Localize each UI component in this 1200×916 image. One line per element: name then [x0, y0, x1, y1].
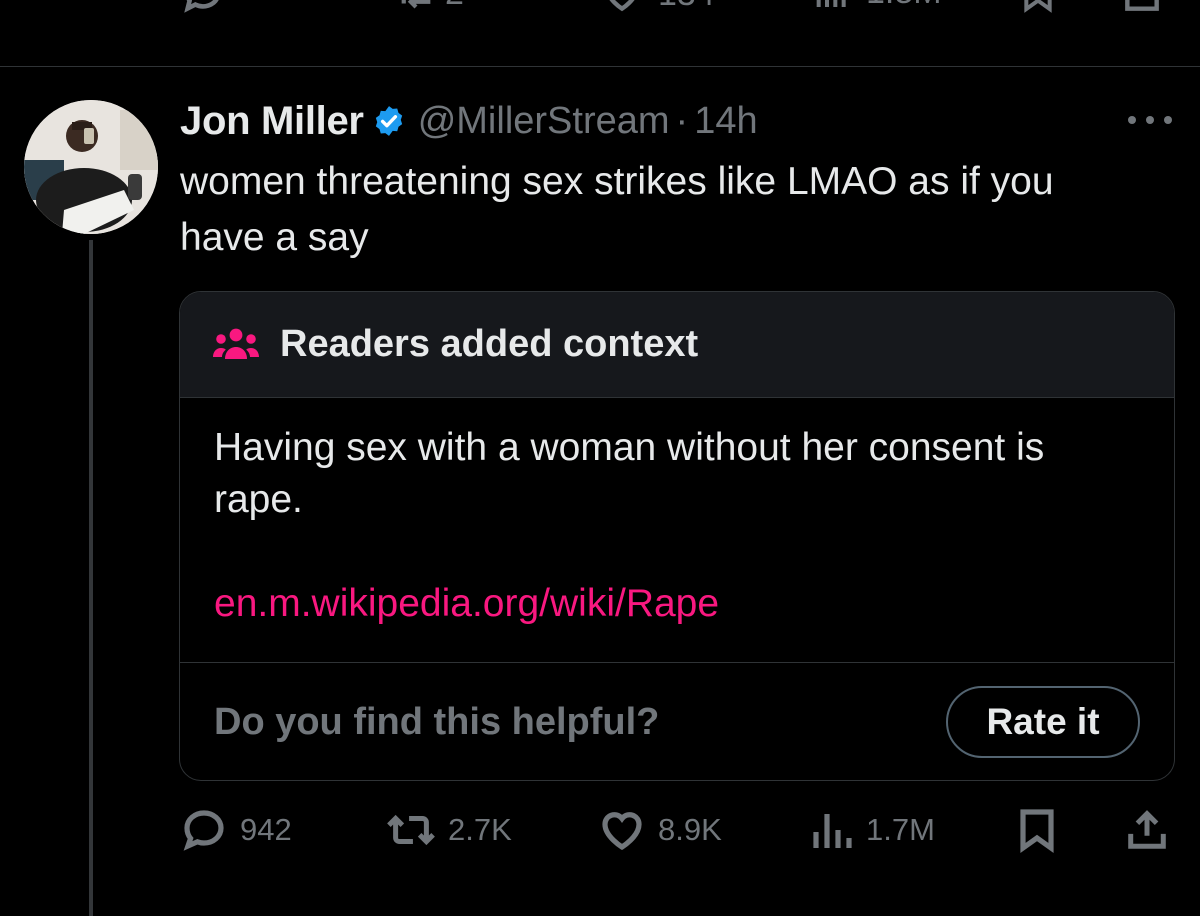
heart-icon: [602, 812, 642, 851]
author-handle[interactable]: @MillerStream: [418, 100, 670, 143]
author-name[interactable]: Jon Miller: [180, 99, 364, 144]
tweet-actions: 942 2.7K 8.9K 1.7M: [180, 806, 1170, 854]
rate-it-button[interactable]: Rate it: [946, 686, 1140, 758]
retweet-button[interactable]: 2: [395, 0, 464, 14]
reply-button[interactable]: [180, 0, 226, 18]
previous-tweet-actions: 2 134 1.8M: [0, 0, 1200, 22]
avatar-photo: [24, 100, 158, 234]
community-note-link[interactable]: en.m.wikipedia.org/wiki/Rape: [214, 582, 1140, 626]
verified-badge-icon: [375, 106, 402, 136]
reply-icon: [183, 810, 224, 851]
reply-button[interactable]: 942: [180, 806, 292, 854]
tweet-text: women threatening sex strikes like LMAO …: [180, 160, 1054, 259]
share-button[interactable]: [1120, 0, 1164, 16]
helpful-question: Do you find this helpful?: [214, 700, 660, 743]
tweet-header: Jon Miller @MillerStream · 14h: [180, 96, 758, 146]
share-icon: [1128, 810, 1166, 849]
thread-line: [89, 240, 93, 916]
views-count: 1.7M: [866, 812, 935, 847]
retweet-count: 2.7K: [448, 812, 512, 847]
views-icon: [816, 0, 846, 7]
community-note-header: Readers added context: [180, 292, 1174, 398]
like-count: 8.9K: [658, 812, 722, 847]
share-icon: [1125, 0, 1159, 11]
community-note-title: Readers added context: [280, 323, 699, 365]
reply-icon: [184, 0, 219, 13]
avatar[interactable]: [24, 100, 158, 234]
retweet-count: 2: [445, 0, 464, 13]
separator-dot: ·: [675, 99, 689, 142]
community-note-body: Having sex with a woman without her cons…: [180, 398, 1174, 663]
community-note: Readers added context Having sex with a …: [179, 291, 1175, 781]
heart-icon: [609, 0, 635, 12]
retweet-icon: [401, 0, 431, 9]
views-count: 1.8M: [866, 0, 942, 12]
people-icon: [213, 328, 259, 359]
views-button[interactable]: 1.8M: [812, 0, 942, 12]
retweet-button[interactable]: 2.7K: [386, 806, 512, 854]
reply-count: 942: [240, 812, 292, 847]
retweet-icon: [387, 814, 435, 846]
like-count: 134: [658, 0, 715, 14]
like-button[interactable]: 134: [600, 0, 715, 16]
views-icon: [813, 814, 852, 848]
bookmark-icon: [1020, 809, 1054, 854]
more-options-icon[interactable]: [1128, 112, 1172, 128]
like-button[interactable]: 8.9K: [598, 806, 722, 854]
bookmark-icon: [1024, 0, 1052, 13]
views-button[interactable]: 1.7M: [810, 806, 935, 854]
tweet-time[interactable]: 14h: [694, 100, 757, 143]
bookmark-button[interactable]: [1018, 0, 1058, 16]
share-button[interactable]: [1124, 806, 1170, 854]
bookmark-button[interactable]: [1016, 806, 1058, 854]
tweet-divider: [0, 66, 1200, 67]
community-note-text: Having sex with a woman without her cons…: [214, 426, 1045, 521]
community-note-footer: Do you find this helpful? Rate it: [180, 663, 1174, 780]
